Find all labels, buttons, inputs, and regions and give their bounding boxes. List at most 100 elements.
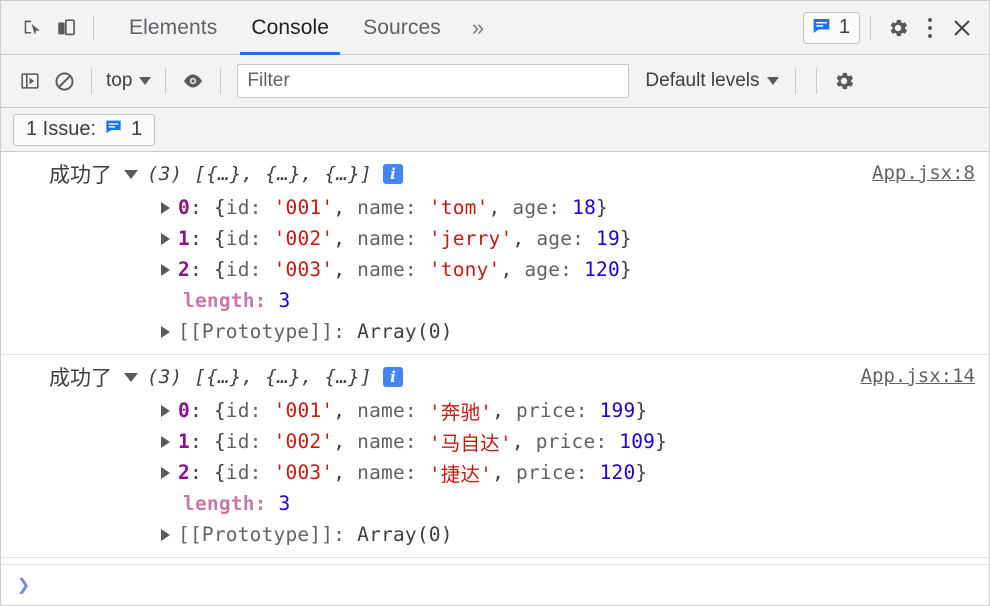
- array-entries: 0 : { id: '001' , name: '奔驰' , price: 19…: [1, 393, 989, 550]
- panel-tabs: Elements Console Sources »: [112, 1, 498, 55]
- info-icon: i: [382, 164, 403, 184]
- console-message: 成功了 (3) [{…}, {…}, {…}] i App.jsx:14 0 :…: [1, 355, 989, 558]
- length-key: length:: [183, 289, 267, 312]
- console-toolbar-divider-5: [816, 68, 818, 94]
- console-toolbar-divider-2: [165, 68, 167, 94]
- console-message: 成功了 (3) [{…}, {…}, {…}] i App.jsx:8 0 : …: [1, 152, 989, 355]
- expand-collapse-triangle-icon[interactable]: [124, 372, 138, 382]
- console-message-header[interactable]: 成功了 (3) [{…}, {…}, {…}] i App.jsx:14: [1, 361, 989, 393]
- issues-chip-label: 1 Issue:: [26, 118, 97, 140]
- entry-index: 0: [178, 399, 190, 422]
- prop-value-price: 109: [619, 430, 656, 453]
- device-toolbar-icon[interactable]: [49, 11, 83, 45]
- prop-key-id: id:: [225, 196, 262, 219]
- prop-value-age: 19: [596, 227, 620, 250]
- array-entry-row[interactable]: 1 : { id: '002' , name: '马自达' , price: 1…: [161, 426, 989, 457]
- expand-triangle-icon[interactable]: [161, 201, 170, 214]
- console-toolbar: top Default levels: [1, 55, 989, 108]
- prototype-value: Array(0): [357, 523, 453, 546]
- prop-value-name: '捷达': [428, 463, 493, 486]
- issues-chip-count: 1: [131, 118, 143, 140]
- prop-key-id: id:: [225, 461, 262, 484]
- prototype-key: [[Prototype]]:: [178, 320, 346, 343]
- console-message-header[interactable]: 成功了 (3) [{…}, {…}, {…}] i App.jsx:8: [1, 158, 989, 190]
- console-prompt[interactable]: ❯: [1, 564, 989, 605]
- brace-open: {: [213, 430, 226, 453]
- issues-chip-button[interactable]: 1 Issue: 1: [13, 113, 156, 146]
- tabbar-divider: [93, 14, 94, 41]
- length-value: 3: [278, 289, 291, 312]
- prop-key-id: id:: [225, 258, 262, 281]
- brace-close: }: [596, 196, 608, 219]
- prop-value-id: '003': [273, 461, 334, 484]
- array-entry-row[interactable]: 2 : { id: '003' , name: '捷达' , price: 12…: [161, 457, 989, 488]
- tab-elements[interactable]: Elements: [112, 1, 234, 55]
- source-link[interactable]: App.jsx:14: [861, 365, 975, 387]
- tab-sources[interactable]: Sources: [346, 1, 458, 55]
- prop-key-age: age:: [536, 227, 585, 250]
- expand-triangle-icon[interactable]: [161, 232, 170, 245]
- prop-key-name: name:: [357, 430, 417, 453]
- inspect-cursor-icon[interactable]: [15, 11, 49, 45]
- devtools-tab-bar: Elements Console Sources » 1: [1, 1, 989, 55]
- prototype-key: [[Prototype]]:: [178, 523, 346, 546]
- array-entry-row[interactable]: 0 : { id: '001' , name: '奔驰' , price: 19…: [161, 395, 989, 426]
- array-entry-row[interactable]: 1 : { id: '002' , name: 'jerry' , age: 1…: [161, 223, 989, 254]
- expand-triangle-icon[interactable]: [161, 404, 170, 417]
- expand-collapse-triangle-icon[interactable]: [124, 169, 138, 179]
- prop-key-id: id:: [225, 399, 262, 422]
- more-tabs-icon[interactable]: »: [458, 1, 498, 55]
- console-settings-gear-icon[interactable]: [827, 64, 861, 98]
- prop-value-id: '001': [273, 196, 334, 219]
- live-expression-eye-icon[interactable]: [176, 64, 210, 98]
- source-link[interactable]: App.jsx:8: [872, 162, 975, 184]
- expand-triangle-icon[interactable]: [161, 325, 170, 338]
- log-levels-dropdown[interactable]: Default levels: [639, 70, 785, 92]
- array-entry-row[interactable]: 0 : { id: '001' , name: 'tom' , age: 18 …: [161, 192, 989, 223]
- length-value: 3: [278, 492, 291, 515]
- brace-close: }: [635, 399, 648, 422]
- info-icon: i: [382, 367, 403, 387]
- prototype-value: Array(0): [357, 320, 453, 343]
- prop-value-id: '003': [273, 258, 334, 281]
- issues-counter-button[interactable]: 1: [802, 11, 860, 44]
- console-message-label: 成功了: [49, 163, 112, 187]
- prototype-row[interactable]: [[Prototype]]: Array(0): [161, 519, 989, 550]
- prop-key-name: name:: [357, 196, 417, 219]
- brace-open: {: [213, 461, 226, 484]
- entry-index: 2: [178, 258, 190, 281]
- prototype-row[interactable]: [[Prototype]]: Array(0): [161, 316, 989, 347]
- length-key: length:: [183, 492, 267, 515]
- prop-value-id: '002': [273, 430, 334, 453]
- entry-index: 1: [178, 227, 190, 250]
- issue-message-icon: [104, 117, 123, 142]
- gear-icon[interactable]: [881, 11, 915, 45]
- clear-console-icon[interactable]: [47, 64, 81, 98]
- expand-triangle-icon[interactable]: [161, 528, 170, 541]
- tab-console[interactable]: Console: [234, 1, 346, 55]
- prop-key-name: name:: [357, 399, 417, 422]
- brace-open: {: [213, 258, 226, 281]
- expand-triangle-icon[interactable]: [161, 263, 170, 276]
- prop-key-price: price:: [516, 461, 588, 484]
- prompt-chevron-icon: ❯: [17, 572, 31, 598]
- execution-context-selector[interactable]: top: [102, 70, 155, 92]
- array-entry-row[interactable]: 2 : { id: '003' , name: 'tony' , age: 12…: [161, 254, 989, 285]
- prop-key-age: age:: [524, 258, 573, 281]
- array-length-row: length: 3: [161, 285, 989, 316]
- console-sidebar-icon[interactable]: [13, 64, 47, 98]
- expand-triangle-icon[interactable]: [161, 466, 170, 479]
- issue-count-label: 1: [838, 16, 850, 38]
- filter-input[interactable]: [237, 64, 630, 98]
- prop-value-age: 18: [572, 196, 597, 219]
- close-icon[interactable]: [945, 11, 979, 45]
- prop-key-name: name:: [357, 258, 417, 281]
- entry-index: 1: [178, 430, 190, 453]
- prop-key-name: name:: [357, 227, 417, 250]
- kebab-menu-icon[interactable]: [915, 11, 945, 45]
- prop-key-id: id:: [225, 227, 262, 250]
- brace-open: {: [213, 399, 226, 422]
- array-length-row: length: 3: [161, 488, 989, 519]
- expand-triangle-icon[interactable]: [161, 435, 170, 448]
- console-toolbar-divider-1: [91, 68, 92, 94]
